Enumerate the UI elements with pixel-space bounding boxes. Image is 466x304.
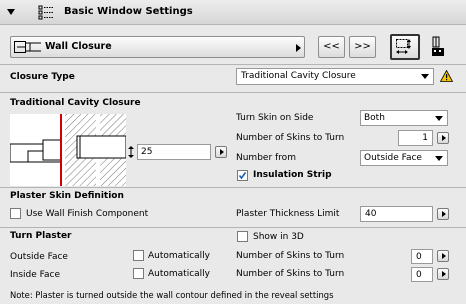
number-from-value: Outside Face <box>364 153 422 163</box>
note-text: Note: Plaster is turned outside the wall… <box>10 290 334 300</box>
inside-auto-checkbox[interactable] <box>133 268 144 279</box>
arrow-right-icon <box>442 253 446 259</box>
outside-face-label: Outside Face <box>10 252 68 262</box>
preview-3d-icon[interactable] <box>430 36 446 58</box>
chevron-down-icon <box>435 156 443 161</box>
num-skins-value: 1 <box>422 133 428 143</box>
depth-value: 25 <box>141 147 153 157</box>
show-in-3d-label: Show in 3D <box>253 232 304 242</box>
outside-num-skins-value: 0 <box>416 252 422 262</box>
depth-input[interactable]: 25 <box>137 144 211 160</box>
outside-auto-label: Automatically <box>148 251 210 261</box>
previous-button[interactable]: << <box>318 36 345 58</box>
wall-closure-icon <box>14 41 41 53</box>
cavity-closure-diagram <box>10 114 126 186</box>
divider <box>0 227 466 228</box>
next-button[interactable]: >> <box>349 36 376 58</box>
num-skins-label: Number of Skins to Turn <box>236 133 345 143</box>
number-from-dropdown[interactable]: Outside Face <box>360 150 448 166</box>
number-from-label: Number from <box>236 153 296 163</box>
insulation-strip-label: Insulation Strip <box>253 170 332 180</box>
closure-type-label: Closure Type <box>10 72 75 82</box>
num-skins-button[interactable] <box>437 132 449 144</box>
inside-num-skins-input[interactable]: 0 <box>411 267 433 282</box>
turn-plaster-title: Turn Plaster <box>10 231 72 241</box>
settings-list-icon <box>38 5 53 20</box>
inside-num-skins-button[interactable] <box>437 268 449 280</box>
outside-num-skins-input[interactable]: 0 <box>411 249 433 264</box>
use-wall-finish-label: Use Wall Finish Component <box>26 209 149 219</box>
arrow-right-icon <box>442 271 446 277</box>
plaster-thickness-label: Plaster Thickness Limit <box>236 209 340 219</box>
collapse-arrow-icon[interactable] <box>7 9 15 15</box>
chevron-down-icon <box>435 116 443 121</box>
checkmark-icon <box>238 172 247 180</box>
plaster-skin-title: Plaster Skin Definition <box>10 191 124 201</box>
arrow-right-icon <box>220 149 224 155</box>
arrow-right-icon <box>442 211 446 217</box>
warning-icon <box>440 70 453 82</box>
divider <box>0 187 466 188</box>
inside-auto-label: Automatically <box>148 269 210 279</box>
turn-skin-side-dropdown[interactable]: Both <box>360 110 448 126</box>
divider <box>0 92 466 93</box>
tcc-section-title: Traditional Cavity Closure <box>10 98 141 108</box>
chevron-down-icon <box>421 74 429 79</box>
plaster-thickness-value: 40 <box>365 209 377 219</box>
show-in-3d-checkbox[interactable] <box>237 231 248 242</box>
insulation-strip-checkbox[interactable] <box>237 170 248 181</box>
closure-type-dropdown[interactable]: Traditional Cavity Closure <box>236 68 434 85</box>
resize-view-icon <box>396 39 411 54</box>
panel-title: Basic Window Settings <box>64 6 193 17</box>
depth-lock-button[interactable] <box>215 146 227 158</box>
plaster-thickness-button[interactable] <box>437 208 449 220</box>
inside-num-skins-label: Number of Skins to Turn <box>236 269 345 279</box>
inside-num-skins-value: 0 <box>416 270 422 280</box>
use-wall-finish-checkbox[interactable] <box>10 208 21 219</box>
closure-type-value: Traditional Cavity Closure <box>241 71 356 81</box>
turn-skin-side-value: Both <box>364 113 385 123</box>
divider <box>0 64 466 65</box>
outside-num-skins-label: Number of Skins to Turn <box>236 251 345 261</box>
turn-skin-side-label: Turn Skin on Side <box>236 113 314 123</box>
num-skins-input[interactable]: 1 <box>398 130 433 146</box>
plaster-thickness-input[interactable]: 40 <box>360 206 433 222</box>
closure-selector-label: Wall Closure <box>45 41 112 52</box>
dimension-arrow-icon <box>128 146 134 158</box>
arrow-right-icon <box>442 135 446 141</box>
selector-arrow-icon <box>296 44 301 52</box>
outside-auto-checkbox[interactable] <box>133 250 144 261</box>
outside-num-skins-button[interactable] <box>437 250 449 262</box>
inside-face-label: Inside Face <box>10 270 61 280</box>
